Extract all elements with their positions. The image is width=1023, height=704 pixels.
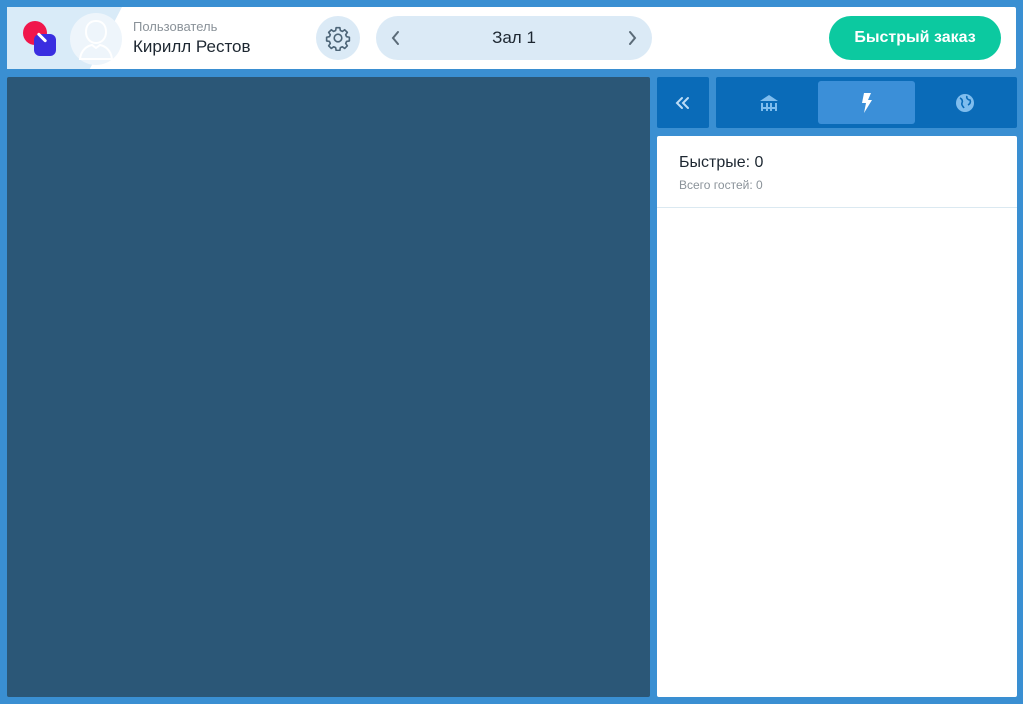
chevron-left-icon: [391, 31, 399, 45]
user-caption: Пользователь: [133, 19, 218, 34]
double-chevron-left-icon: [675, 96, 689, 109]
panel-tabs: [716, 77, 1017, 128]
top-bar: Пользователь Кирилл Рестов Зал 1 Быстрый…: [7, 7, 1016, 69]
user-silhouette-icon: [78, 19, 114, 60]
panel-title: Быстрые: 0: [679, 154, 764, 171]
tab-online[interactable]: [916, 81, 1013, 124]
panel-header: Быстрые: 0 Всего гостей: 0: [657, 136, 1017, 208]
app-logo: [23, 21, 57, 57]
chevron-right-icon: [629, 31, 637, 45]
next-hall-button[interactable]: [612, 16, 652, 60]
tab-quick[interactable]: [818, 81, 915, 124]
prev-hall-button[interactable]: [376, 16, 416, 60]
user-name: Кирилл Рестов: [133, 37, 251, 56]
settings-button[interactable]: [316, 16, 360, 60]
globe-icon: [955, 93, 974, 112]
collapse-panel-button[interactable]: [657, 77, 709, 128]
quick-order-button[interactable]: Быстрый заказ: [829, 16, 1001, 60]
tables-icon: [759, 94, 778, 111]
avatar[interactable]: [70, 13, 122, 65]
gear-icon: [325, 26, 351, 51]
panel-subtitle: Всего гостей: 0: [679, 178, 763, 192]
quick-orders-panel: Быстрые: 0 Всего гостей: 0: [657, 136, 1017, 697]
tab-hall[interactable]: [720, 81, 817, 124]
lightning-icon: [861, 92, 872, 113]
hall-name: Зал 1: [492, 28, 536, 47]
floor-plan-area[interactable]: [7, 77, 650, 697]
hall-switcher: Зал 1: [376, 16, 652, 60]
